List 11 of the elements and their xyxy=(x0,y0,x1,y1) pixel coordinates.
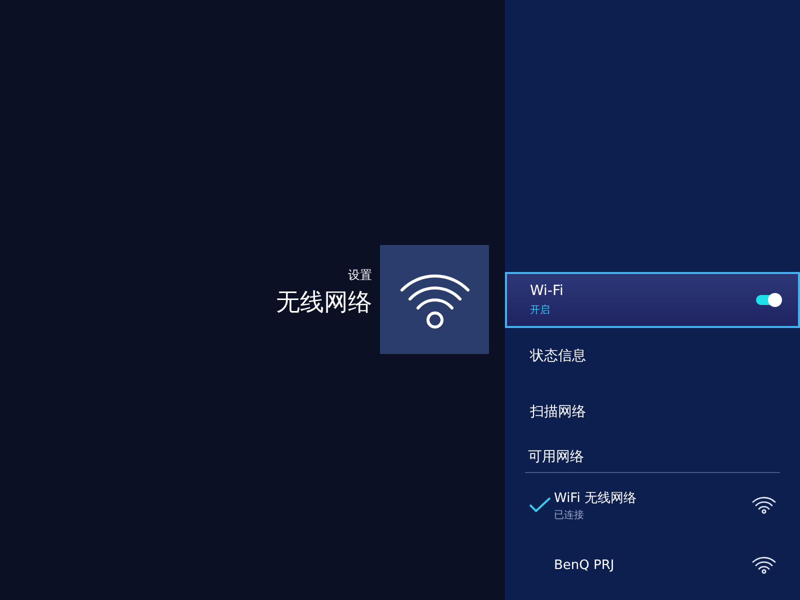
network-item[interactable]: WiFi 无线网络 已连接 xyxy=(505,477,800,533)
section-heading: 可用网络 xyxy=(527,448,585,467)
toggle-switch[interactable] xyxy=(756,295,780,305)
menu-item[interactable]: 扫描网络 xyxy=(505,384,800,440)
wifi-signal-icon xyxy=(752,556,776,574)
wifi-toggle-row[interactable]: Wi-Fi 开启 xyxy=(505,272,800,328)
menu-item[interactable]: 状态信息 xyxy=(505,328,800,384)
network-item[interactable]: BenQ PRJ xyxy=(505,537,800,593)
page-title: 无线网络 xyxy=(276,287,372,318)
breadcrumb: 设置 xyxy=(348,267,372,284)
wifi-signal-icon xyxy=(752,496,776,514)
